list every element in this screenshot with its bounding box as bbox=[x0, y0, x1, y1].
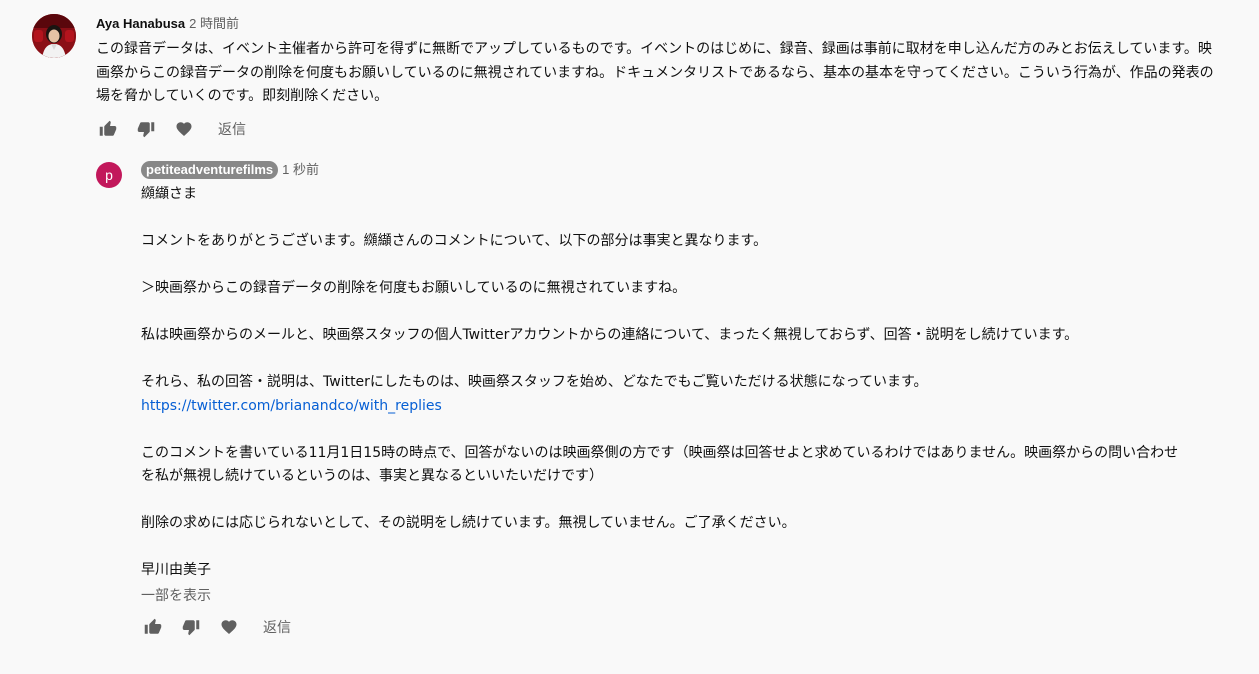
reply-author[interactable]: petiteadventurefilms bbox=[141, 161, 279, 179]
reply-button[interactable]: 返信 bbox=[218, 119, 246, 139]
avatar[interactable]: p bbox=[96, 162, 122, 188]
like-button[interactable] bbox=[96, 117, 120, 141]
reply-header: petiteadventurefilms 1 秒前 bbox=[141, 160, 1191, 180]
comment-author[interactable]: Aya Hanabusa bbox=[96, 16, 185, 31]
like-button[interactable] bbox=[141, 615, 165, 639]
comment-header: Aya Hanabusa 2 時間前 bbox=[96, 14, 1216, 34]
comment-actions: 返信 bbox=[96, 117, 1216, 141]
heart-button[interactable] bbox=[172, 117, 196, 141]
dislike-button[interactable] bbox=[179, 615, 203, 639]
avatar[interactable] bbox=[32, 14, 76, 58]
heart-button[interactable] bbox=[217, 615, 241, 639]
heart-icon bbox=[176, 121, 192, 136]
thumbs-down-icon bbox=[137, 121, 155, 137]
reply-text: 纐纈さま コメントをありがとうございます。纐纈さんのコメントについて、以下の部分… bbox=[141, 183, 1191, 583]
reply-actions: 返信 bbox=[141, 615, 1191, 639]
twitter-link[interactable]: https://twitter.com/brianandco/with_repl… bbox=[141, 398, 442, 414]
thumbs-up-icon bbox=[99, 120, 117, 136]
avatar-photo-icon bbox=[32, 14, 76, 58]
reply-signature: 早川由美子 bbox=[141, 562, 211, 578]
reply-paragraph: それら、私の回答・説明は、Twitterにしたものは、映画祭スタッフを始め、どな… bbox=[141, 374, 928, 390]
reply-body: petiteadventurefilms 1 秒前 纐纈さま コメントをありがとう… bbox=[141, 160, 1191, 639]
reply-paragraph: コメントをありがとうございます。纐纈さんのコメントについて、以下の部分は事実と異… bbox=[141, 233, 768, 249]
thumbs-down-icon bbox=[182, 619, 200, 635]
reply-button[interactable]: 返信 bbox=[263, 617, 291, 637]
heart-icon bbox=[221, 619, 237, 634]
reply-time[interactable]: 1 秒前 bbox=[282, 162, 319, 177]
reply-paragraph: 纐纈さま bbox=[141, 186, 197, 202]
comment-text: この録音データは、イベント主催者から許可を得ずに無断でアップしているものです。イ… bbox=[96, 41, 1214, 104]
thumbs-up-icon bbox=[144, 618, 162, 634]
dislike-button[interactable] bbox=[134, 117, 158, 141]
reply-paragraph: 私は映画祭からのメールと、映画祭スタッフの個人Twitterアカウントからの連絡… bbox=[141, 327, 1079, 343]
comment-body: Aya Hanabusa 2 時間前 この録音データは、イベント主催者から許可を得… bbox=[96, 14, 1216, 141]
reply-paragraph: 削除の求めには応じられないとして、その説明をし続けています。無視していません。ご… bbox=[141, 515, 796, 531]
comment-thread: Aya Hanabusa 2 時間前 この録音データは、イベント主催者から許可を得… bbox=[0, 0, 1259, 674]
show-less-button[interactable]: 一部を表示 bbox=[141, 585, 1191, 605]
reply-paragraph: ＞映画祭からこの録音データの削除を何度もお願いしているのに無視されていますね。 bbox=[141, 280, 687, 296]
comment-time[interactable]: 2 時間前 bbox=[189, 16, 239, 31]
reply-paragraph: このコメントを書いている11月1日15時の時点で、回答がないのは映画祭側の方です… bbox=[141, 444, 1179, 485]
